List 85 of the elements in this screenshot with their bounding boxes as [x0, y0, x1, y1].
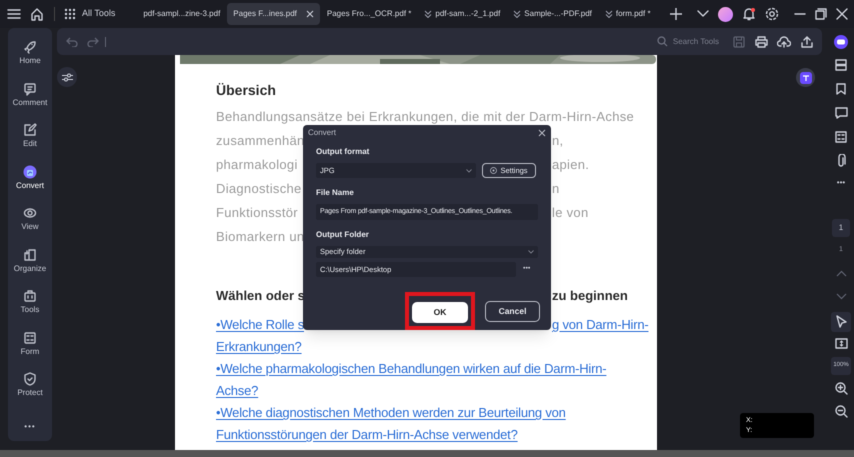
paragraph-line: le von [552, 205, 588, 221]
shield-icon [23, 372, 37, 386]
field-label: File Name [316, 187, 355, 200]
paragraph-line: pharmakologi [216, 157, 298, 173]
ok-button[interactable]: OK [412, 302, 468, 323]
chevron-down-icon [466, 168, 472, 173]
link[interactable]: Erkrankungen? [216, 339, 302, 357]
sidebar-item[interactable]: Organize [8, 240, 52, 281]
restore-icon[interactable] [815, 8, 827, 20]
sidebar-item[interactable]: Home [8, 32, 52, 74]
tab[interactable]: Sample-...-PDF.pdf [507, 3, 598, 25]
bell-icon[interactable] [742, 7, 756, 21]
eye-icon [23, 206, 37, 220]
zoom-in-icon[interactable] [834, 382, 848, 394]
paragraph-line: Diagnostische [216, 181, 302, 197]
paragraph-line: n, [552, 133, 564, 149]
sidebar-item[interactable]: Convert [8, 156, 52, 198]
paragraph-line: Behandlungsansätze bei Erkrankungen, die mit der Darm-Hirn-Achse [216, 109, 634, 125]
paragraph-line: n [552, 181, 560, 197]
tab[interactable]: Pages F...ines.pdf [227, 3, 320, 25]
pages-icon [23, 248, 37, 262]
link[interactable]: •Welche Rolle s [216, 317, 304, 335]
home-icon[interactable] [30, 7, 44, 21]
plus-icon[interactable] [670, 8, 682, 20]
pencil-icon [23, 123, 37, 138]
fit-page-icon[interactable] [834, 338, 848, 350]
section-heading: Übersich [216, 81, 277, 100]
chevron-up-icon[interactable] [836, 270, 846, 276]
link[interactable]: g von Darm-Hirn- [552, 317, 648, 335]
sidebar-item[interactable]: Comment [8, 74, 52, 115]
tab[interactable]: Pages Fro..._OCR.pdf * [320, 3, 418, 25]
form-icon[interactable] [835, 131, 847, 143]
link[interactable]: •Welche pharmakologischen Behandlungen wirken auf die Darm-Hirn- [216, 361, 606, 379]
link[interactable]: •Welche diagnostischen Methoden werden zur Beurteilung von [216, 405, 566, 423]
more-button[interactable]: ••• [836, 177, 846, 189]
cancel-button[interactable]: Cancel [485, 300, 540, 322]
section-heading: zu beginnen [552, 287, 628, 305]
all-tools-label[interactable]: All Tools [82, 7, 116, 21]
page-number-field[interactable]: 1 [832, 219, 850, 237]
rocket-icon [23, 40, 37, 54]
gear-icon [490, 167, 498, 174]
toolbox-icon [23, 289, 37, 304]
paragraph-line: apien. [552, 157, 590, 173]
field-label: Output format [316, 146, 370, 158]
chatbot-icon[interactable] [834, 35, 848, 49]
grid-icon[interactable] [64, 8, 76, 20]
dialog-title: Convert [308, 126, 336, 139]
paragraph-line: Funktionsstör [216, 205, 298, 221]
sidebar-item[interactable]: Tools [8, 281, 52, 322]
share-icon[interactable] [801, 36, 813, 48]
speech-bubble-icon [23, 82, 37, 96]
sidebar-item[interactable]: Form [8, 322, 52, 364]
link[interactable]: Funktionsstörungen der Darm-Hirn-Achse verwendet? [216, 427, 518, 445]
form-icon [23, 330, 37, 345]
close-icon[interactable] [538, 128, 546, 137]
link[interactable]: Achse? [216, 383, 258, 401]
sliders-icon [62, 72, 72, 82]
paperclip-icon[interactable] [836, 154, 846, 167]
avatar[interactable] [718, 6, 733, 22]
chevron-down-icon [528, 250, 534, 254]
assistant-button[interactable] [796, 68, 815, 87]
close-icon[interactable] [306, 10, 314, 18]
select-tool-button[interactable] [831, 312, 851, 332]
thumbnails-icon[interactable] [835, 59, 847, 71]
more-button[interactable]: ••• [24, 421, 36, 433]
sidebar-item[interactable]: View [8, 198, 52, 240]
search-icon[interactable] [656, 36, 668, 47]
sidebar-item[interactable]: Protect [8, 364, 52, 406]
sidebar-item[interactable]: Edit [8, 115, 52, 156]
settings-icon[interactable] [765, 7, 779, 21]
cursor-icon [834, 315, 848, 328]
upload-cloud-icon[interactable] [777, 36, 791, 48]
speech-bubble-icon[interactable] [834, 107, 848, 119]
tab[interactable]: pdf-sam...-2_1.pdf [418, 3, 506, 25]
zoom-out-icon[interactable] [834, 404, 848, 418]
tab[interactable]: pdf-sampl...zine-3.pdf [137, 3, 226, 25]
close-icon[interactable] [836, 8, 848, 20]
tab[interactable]: form.pdf * [598, 3, 657, 25]
bookmark-icon[interactable] [835, 83, 847, 95]
paragraph-line: zusammenhän [216, 133, 305, 149]
search-field[interactable]: Search Tools [672, 36, 719, 48]
field-label: Output Folder [316, 229, 370, 242]
print-icon[interactable] [755, 36, 768, 48]
filter-button[interactable] [57, 67, 77, 87]
menu-icon[interactable] [7, 8, 21, 20]
